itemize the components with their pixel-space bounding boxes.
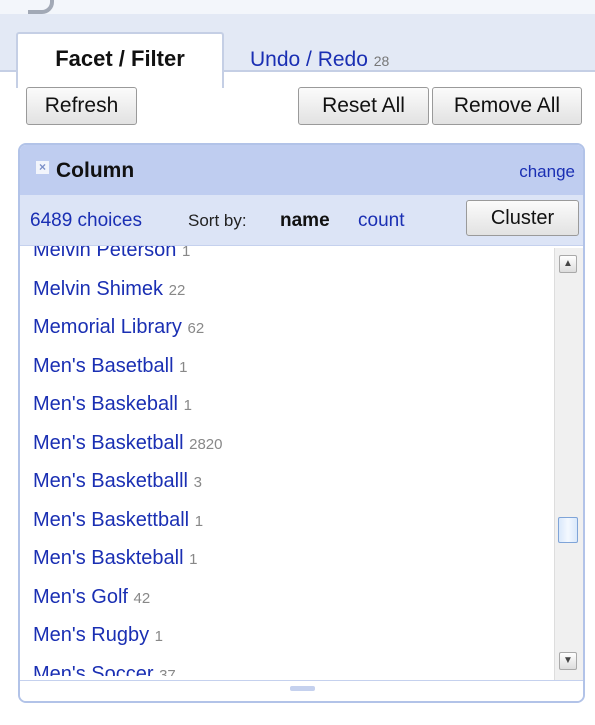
tab-undo-redo[interactable]: Undo / Redo 28 xyxy=(250,48,389,72)
sort-by-name: name xyxy=(280,210,330,231)
choice-count: 1 xyxy=(154,628,163,645)
choice-name[interactable]: Men's Baskeball xyxy=(33,393,178,415)
facet-choices-body: Melvin Peterson 1 Melvin Shimek 22 Memoria… xyxy=(20,246,583,676)
top-strip xyxy=(0,0,595,14)
scroll-thumb[interactable] xyxy=(558,517,578,543)
sort-by-label: Sort by: xyxy=(188,211,247,230)
change-link[interactable]: change xyxy=(519,162,575,182)
choice-count: 1 xyxy=(183,397,192,414)
resize-handle[interactable] xyxy=(290,686,315,691)
choices-scrollbar[interactable]: ▲ ▼ xyxy=(554,248,583,682)
choice-count: 37 xyxy=(159,666,176,677)
header-logo-fragment xyxy=(28,0,54,14)
choice-name[interactable]: Memorial Library xyxy=(33,316,182,338)
tab-facet-filter[interactable]: Facet / Filter xyxy=(16,32,224,88)
tab-bar: Facet / Filter Undo / Redo 28 xyxy=(0,14,595,88)
facet-choice-item[interactable]: Men's Soccer 37 xyxy=(20,655,540,677)
facet-footer xyxy=(20,680,583,701)
facet-choice-item[interactable]: Men's Baskeball 1 xyxy=(20,385,540,424)
tab-facet-filter-label: Facet / Filter xyxy=(55,46,185,71)
choice-name[interactable]: Men's Baskteball xyxy=(33,547,184,569)
choice-count: 1 xyxy=(189,551,198,568)
choice-name[interactable]: Men's Basetball xyxy=(33,355,174,377)
scroll-down-arrow-icon[interactable]: ▼ xyxy=(559,652,577,670)
choice-count: 2820 xyxy=(189,435,223,453)
remove-all-button[interactable]: Remove All xyxy=(432,87,582,125)
facet-choice-item[interactable]: Men's Golf 42 xyxy=(20,578,540,617)
choice-name[interactable]: Men's Basketball xyxy=(33,432,184,454)
choices-count-link[interactable]: 6489 choices xyxy=(30,210,142,232)
scroll-up-arrow-icon[interactable]: ▲ xyxy=(559,255,577,273)
column-facet-panel: × Column change 6489 choices Sort by: na… xyxy=(18,143,585,703)
reset-all-button[interactable]: Reset All xyxy=(298,87,429,125)
facet-title: Column xyxy=(56,159,135,182)
choices-list: Melvin Peterson 1 Melvin Shimek 22 Memoria… xyxy=(20,246,540,676)
choice-name[interactable]: Men's Golf xyxy=(33,586,128,608)
tab-undo-redo-label: Undo / Redo xyxy=(250,48,368,71)
choice-count: 3 xyxy=(193,474,202,491)
undo-redo-count: 28 xyxy=(373,53,390,69)
choice-name[interactable]: Men's Soccer xyxy=(33,663,154,677)
choice-count: 22 xyxy=(168,281,186,299)
facet-choice-item[interactable]: Men's Baskettball 1 xyxy=(20,501,540,540)
facet-choice-item[interactable]: Men's Baskteball 1 xyxy=(20,539,540,578)
facet-choice-item[interactable]: Men's Basetball 1 xyxy=(20,347,540,386)
facet-choice-item[interactable]: Melvin Peterson 1 xyxy=(20,246,540,270)
choice-count: 1 xyxy=(194,512,204,530)
facet-choice-item[interactable]: Men's Basketballl 3 xyxy=(20,462,540,501)
choice-name[interactable]: Men's Rugby xyxy=(33,624,149,646)
facet-controls: 6489 choices Sort by: name count Cluster xyxy=(20,195,583,246)
choice-name[interactable]: Men's Baskettball xyxy=(33,509,189,531)
choice-count: 1 xyxy=(179,358,188,376)
facet-choice-item[interactable]: Memorial Library 62 xyxy=(20,308,540,347)
facet-choice-item[interactable]: Men's Basketball 2820 xyxy=(20,424,540,463)
facet-header: × Column change xyxy=(20,145,583,195)
refresh-button[interactable]: Refresh xyxy=(26,87,137,125)
close-icon[interactable]: × xyxy=(36,161,49,174)
choice-count: 1 xyxy=(181,246,191,260)
choice-count: 42 xyxy=(133,589,151,607)
choice-count: 62 xyxy=(187,320,205,337)
choice-name[interactable]: Melvin Peterson xyxy=(33,246,176,261)
facet-choice-item[interactable]: Men's Rugby 1 xyxy=(20,616,540,655)
cluster-button[interactable]: Cluster xyxy=(466,200,579,236)
sort-by-count-link[interactable]: count xyxy=(358,210,404,232)
choice-name[interactable]: Men's Basketballl xyxy=(33,470,188,492)
facet-choice-item[interactable]: Melvin Shimek 22 xyxy=(20,270,540,309)
choice-name[interactable]: Melvin Shimek xyxy=(33,278,163,300)
